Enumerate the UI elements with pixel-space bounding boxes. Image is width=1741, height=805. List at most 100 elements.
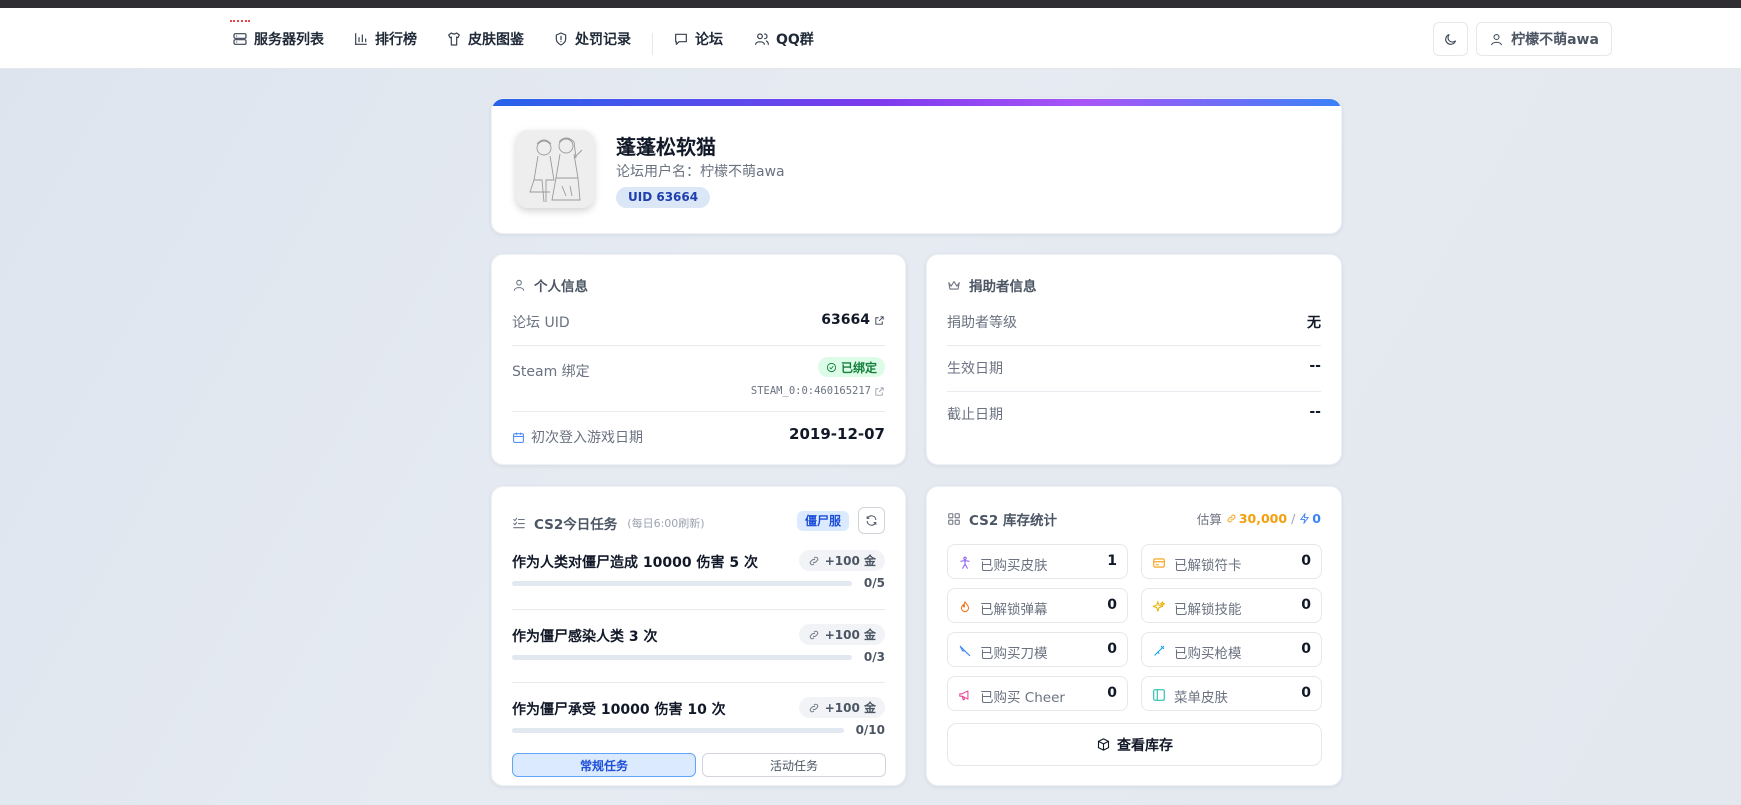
box-icon: [1097, 738, 1110, 751]
stat-label: 已购买 Cheer: [980, 690, 1065, 706]
daily-tasks-header: CS2今日任务 (每日6:00刷新): [512, 513, 705, 533]
steam-id-value: STEAM_0:0:460165217: [750, 385, 871, 397]
stat-label: 已解锁符卡: [1174, 558, 1242, 574]
forum-uid-row: 论坛 UID 63664: [512, 312, 885, 332]
task-reward: +100 金: [798, 550, 885, 571]
stat-value: 1: [1107, 553, 1117, 569]
daily-tasks-card: CS2今日任务 (每日6:00刷新) 僵尸服 作为人类对僵尸造成 10000 伤…: [491, 486, 906, 786]
browser-top-strip: [0, 0, 1741, 8]
first-login-row: 初次登入游戏日期 2019-12-07: [512, 425, 885, 447]
first-login-value: 2019-12-07: [789, 425, 885, 443]
task-progress-text: 0/5: [863, 576, 885, 590]
stat-value: 0: [1301, 597, 1311, 613]
stat-label: 已解锁弹幕: [980, 602, 1048, 618]
nav-label: QQ群: [776, 31, 814, 48]
task-reward: +100 金: [798, 697, 885, 718]
gold-value: 30,000: [1238, 511, 1288, 526]
task-title: 作为僵尸承受 10000 伤害 10 次: [512, 702, 726, 718]
profile-forum-username: 论坛用户名：柠檬不萌awa: [616, 164, 785, 180]
stat-purchased-skins: 已购买皮肤 1: [947, 544, 1128, 579]
inventory-stats-header: CS2 库存统计: [947, 509, 1057, 529]
nav-punishment-records[interactable]: 处罚记录: [553, 8, 631, 69]
stat-unlocked-barrage: 已解锁弹幕 0: [947, 588, 1128, 623]
top-navbar: 服务器列表 排行榜 皮肤图鉴 处罚记录 论坛 QQ群 柠檬不萌awa: [0, 8, 1741, 69]
divider: [512, 345, 885, 346]
server-icon: [233, 32, 247, 45]
avatar-sketch-image: [516, 130, 594, 208]
divider: [947, 391, 1321, 392]
theme-toggle-button[interactable]: [1433, 22, 1468, 56]
stat-value: 0: [1107, 641, 1117, 657]
stat-value: 0: [1107, 597, 1117, 613]
link-icon: [809, 630, 818, 639]
card-icon: [1153, 558, 1165, 568]
stat-purchased-guns: 已购买枪模 0: [1141, 632, 1322, 667]
estimate-separator: /: [1291, 511, 1296, 526]
steam-id-link[interactable]: STEAM_0:0:460165217: [751, 385, 885, 397]
donor-info-card: 捐助者信息 捐助者等级 无 生效日期 -- 截止日期 --: [926, 254, 1342, 465]
stat-label: 已购买刀模: [980, 646, 1048, 662]
inventory-stats-card: CS2 库存统计 估算 30,000 / 0 已购买皮肤 1 已解锁符卡 0 已…: [926, 486, 1342, 786]
profile-accent-bar: [492, 99, 1341, 106]
bar-chart-icon: [355, 32, 367, 45]
nav-forum[interactable]: 论坛: [673, 8, 723, 69]
nav-server-list[interactable]: 服务器列表: [232, 8, 324, 69]
donor-level-value: 无: [1307, 315, 1321, 331]
task-progress-bar: [512, 655, 852, 660]
card-title-text: 个人信息: [534, 279, 588, 295]
profile-card: 蓬蓬松软猫 论坛用户名：柠檬不萌awa UID 63664: [491, 98, 1342, 234]
personal-info-header: 个人信息: [512, 275, 588, 295]
task-refresh-hint: (每日6:00刷新): [627, 517, 705, 530]
forum-uid-value: 63664: [821, 312, 870, 328]
energy-value: 0: [1312, 511, 1321, 526]
task-item: 作为人类对僵尸造成 10000 伤害 5 次 +100 金 0/5: [512, 550, 885, 624]
forum-uid-link[interactable]: 63664: [821, 312, 885, 328]
steam-bound-badge: 已绑定: [817, 357, 885, 377]
stat-label: 菜单皮肤: [1174, 690, 1228, 706]
link-icon: [809, 556, 818, 565]
checklist-icon: [513, 517, 525, 529]
estimate-label: 估算: [1196, 512, 1222, 527]
stat-purchased-knives: 已购买刀模 0: [947, 632, 1128, 667]
view-inventory-button[interactable]: 查看库存: [947, 723, 1322, 766]
divider: [512, 682, 885, 683]
inventory-estimate: 估算 30,000 / 0: [1197, 509, 1321, 528]
stat-label: 已解锁技能: [1174, 602, 1242, 618]
nav-qq-group[interactable]: QQ群: [754, 8, 814, 69]
card-title-text: CS2今日任务: [534, 517, 618, 533]
refresh-tasks-button[interactable]: [858, 507, 885, 534]
stat-value: 0: [1301, 641, 1311, 657]
nav-skin-gallery[interactable]: 皮肤图鉴: [446, 8, 524, 69]
user-menu-button[interactable]: 柠檬不萌awa: [1476, 22, 1612, 56]
figure-icon: [960, 556, 970, 569]
first-login-label-group: 初次登入游戏日期: [512, 427, 643, 447]
donor-start-row: 生效日期 --: [947, 358, 1321, 378]
moon-icon: [1445, 33, 1457, 45]
personal-info-card: 个人信息 论坛 UID 63664 Steam 绑定 已绑定 STEAM_0:0…: [491, 254, 906, 465]
card-title-text: 捐助者信息: [969, 279, 1037, 295]
task-progress-text: 0/10: [855, 723, 885, 737]
donor-start-value: --: [1309, 358, 1321, 374]
stat-purchased-cheer: 已购买 Cheer 0: [947, 676, 1128, 711]
tab-event-tasks[interactable]: 活动任务: [702, 753, 886, 777]
divider: [512, 411, 885, 412]
nav-leaderboard[interactable]: 排行榜: [353, 8, 417, 69]
profile-nickname: 蓬蓬松软猫: [616, 135, 716, 159]
knife-icon: [959, 645, 971, 657]
stat-label: 已购买枪模: [1174, 646, 1242, 662]
nav-label: 论坛: [695, 31, 723, 48]
check-circle-icon: [826, 362, 837, 372]
reward-text: +100 金: [824, 701, 876, 715]
user-menu-label: 柠檬不萌awa: [1511, 32, 1599, 48]
donor-end-value: --: [1309, 404, 1321, 420]
first-login-label: 初次登入游戏日期: [531, 430, 643, 446]
stat-menu-skins: 菜单皮肤 0: [1141, 676, 1322, 711]
coin-link-icon: [1227, 514, 1236, 523]
steam-status-text: 已绑定: [840, 360, 877, 375]
link-icon: [809, 703, 818, 712]
external-link-icon: [875, 315, 884, 325]
task-item: 作为僵尸感染人类 3 次 +100 金 0/3: [512, 624, 885, 698]
card-title-text: CS2 库存统计: [969, 513, 1057, 529]
gun-icon: [1154, 645, 1165, 656]
tab-regular-tasks[interactable]: 常规任务: [512, 753, 696, 777]
